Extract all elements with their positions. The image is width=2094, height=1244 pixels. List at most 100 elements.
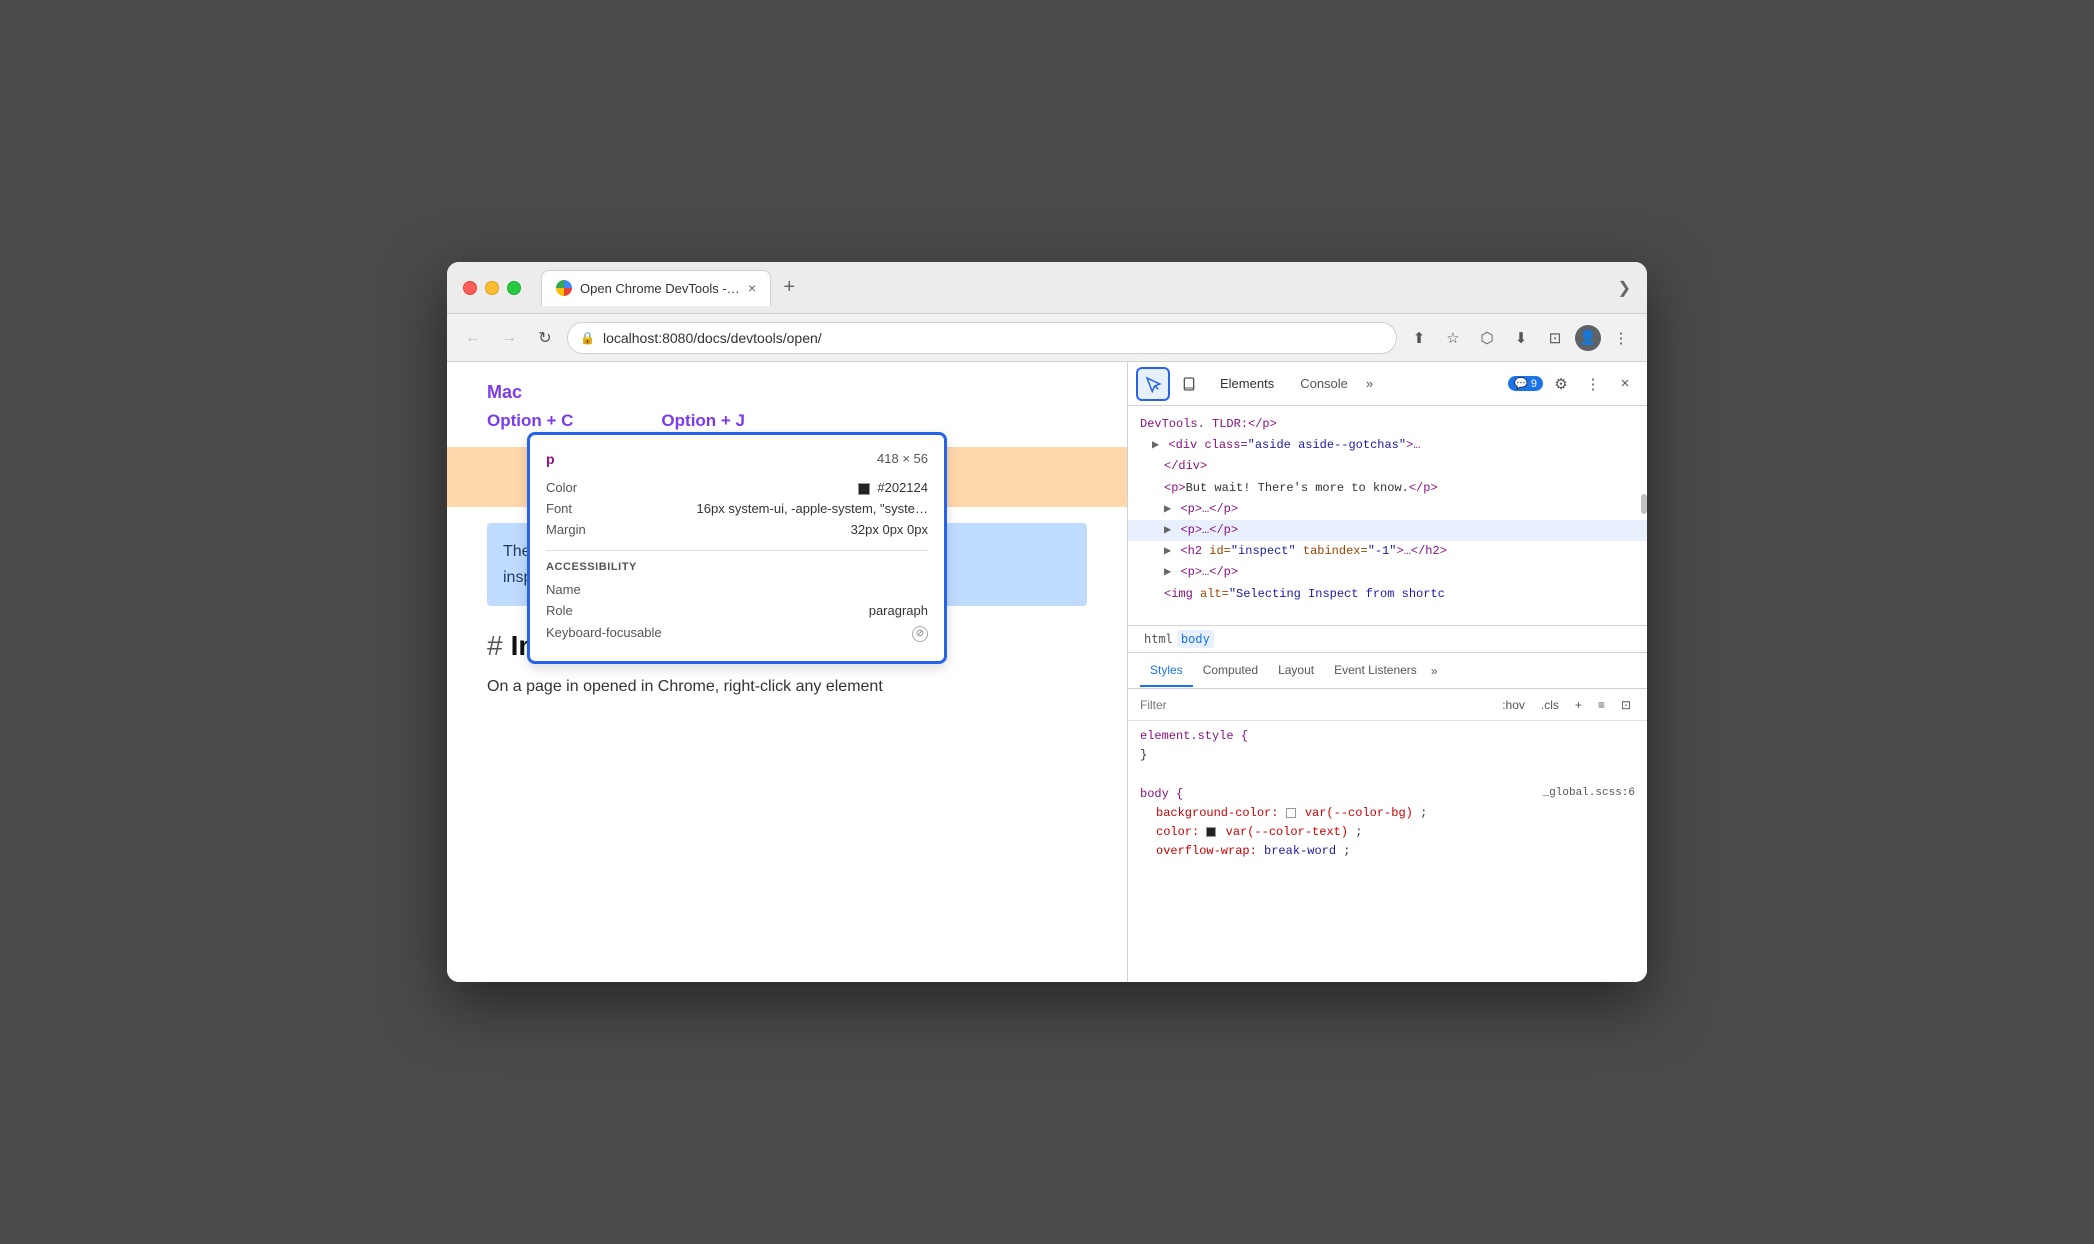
new-tab-button[interactable]: + <box>775 274 803 302</box>
main-area: Mac Option + C Option + J p 418 × 56 Col… <box>447 362 1647 982</box>
refresh-icon: ↻ <box>538 328 551 348</box>
expand-triangle-icon[interactable]: ▶ <box>1164 544 1171 558</box>
dom-tree: DevTools. TLDR:</p> ▶ <div class="aside … <box>1128 406 1647 626</box>
minimize-window-button[interactable] <box>485 281 499 295</box>
styles-tab-computed[interactable]: Computed <box>1193 655 1268 687</box>
dom-attr-name: tabindex= <box>1303 544 1368 558</box>
dom-tag: </p> <box>1409 481 1438 495</box>
splitview-button[interactable]: ⊡ <box>1541 324 1569 352</box>
devtools-close-button[interactable]: × <box>1611 370 1639 398</box>
device-toolbar-button[interactable] <box>1174 369 1204 399</box>
dom-tag: <div class= <box>1168 438 1247 452</box>
forward-button[interactable]: → <box>495 324 523 352</box>
styles-more-tabs[interactable]: » <box>1431 664 1438 678</box>
color-swatch-icon <box>858 483 870 495</box>
dom-line[interactable]: <p>But wait! There's more to know.</p> <box>1128 478 1647 499</box>
dom-tag: </div> <box>1164 459 1207 473</box>
dom-line[interactable]: ▶ <p>…</p> <box>1128 499 1647 520</box>
address-bar[interactable]: 🔒 localhost:8080/docs/devtools/open/ <box>567 322 1397 354</box>
devtools-settings-button[interactable]: ⚙ <box>1547 370 1575 398</box>
tooltip-role-label: Role <box>546 603 626 618</box>
css-bg-swatch <box>1286 806 1298 820</box>
styles-filter-input[interactable] <box>1140 698 1498 712</box>
dom-tag: <p>…</p> <box>1180 565 1238 579</box>
share-button[interactable]: ⬆ <box>1405 324 1433 352</box>
active-tab[interactable]: Open Chrome DevTools - Chro… × <box>541 270 771 306</box>
dom-line[interactable]: </div> <box>1128 456 1647 477</box>
dom-tag: DevTools. TLDR:</p> <box>1140 417 1277 431</box>
expand-triangle-icon[interactable]: ▶ <box>1152 438 1159 452</box>
dom-line-selected[interactable]: ▶ <p>…</p> <box>1128 520 1647 541</box>
css-overflow-wrap-value: break-word <box>1264 844 1336 858</box>
dom-line[interactable]: ▶ <p>…</p> <box>1128 562 1647 583</box>
tooltip-keyboard-row: Keyboard-focusable ⊘ <box>546 621 928 645</box>
devtools-more-options-button[interactable]: ⋮ <box>1579 370 1607 398</box>
shortcut-j-label: Option + J <box>661 411 745 431</box>
back-button[interactable]: ← <box>459 324 487 352</box>
css-selector: element.style { <box>1140 729 1248 743</box>
extension-button[interactable]: ⬡ <box>1473 324 1501 352</box>
tooltip-keyboard-focusable-icon: ⊘ <box>912 624 928 642</box>
filter-computed-button[interactable]: ⊡ <box>1617 696 1635 714</box>
styles-tab-event-listeners[interactable]: Event Listeners <box>1324 655 1427 687</box>
expand-triangle-icon[interactable]: ▶ <box>1164 523 1171 537</box>
filter-hov-button[interactable]: :hov <box>1498 696 1529 714</box>
bookmark-button[interactable]: ☆ <box>1439 324 1467 352</box>
filter-layers-button[interactable]: ≡ <box>1594 696 1609 714</box>
expand-triangle-icon[interactable]: ▶ <box>1164 565 1171 579</box>
css-body-selector: body { <box>1140 787 1183 801</box>
dom-tag: >… <box>1406 438 1420 452</box>
section-text: On a page in opened in Chrome, right-cli… <box>487 674 1087 700</box>
tooltip-element-tag: p <box>546 451 555 467</box>
tooltip-font-row: Font 16px system-ui, -apple-system, "sys… <box>546 498 928 519</box>
dom-line[interactable]: DevTools. TLDR:</p> <box>1128 414 1647 435</box>
expand-triangle-icon[interactable]: ▶ <box>1164 502 1171 516</box>
more-options-button[interactable]: ⋮ <box>1607 324 1635 352</box>
devtools-inspect-button[interactable] <box>1136 367 1170 401</box>
close-window-button[interactable] <box>463 281 477 295</box>
tooltip-divider <box>546 550 928 551</box>
css-element-style: element.style { } <box>1140 727 1635 765</box>
css-color-swatch <box>1206 825 1218 839</box>
breadcrumb-bar: html body <box>1128 626 1647 653</box>
shortcut-c-label: Option + C <box>487 411 573 431</box>
filter-cls-button[interactable]: .cls <box>1537 696 1563 714</box>
dom-line[interactable]: ▶ <div class="aside aside--gotchas">… <box>1128 435 1647 456</box>
breadcrumb-html[interactable]: html <box>1140 630 1177 648</box>
css-code-block: element.style { } body { _global.scss:6 … <box>1128 721 1647 867</box>
profile-avatar[interactable]: 👤 <box>1575 325 1601 351</box>
tooltip-font-label: Font <box>546 501 626 516</box>
refresh-button[interactable]: ↻ <box>531 324 559 352</box>
devtools-tab-console[interactable]: Console <box>1288 372 1360 395</box>
tooltip-margin-label: Margin <box>546 522 626 537</box>
tab-list-chevron-icon[interactable]: ❯ <box>1618 278 1631 298</box>
dom-tag: <img <box>1164 587 1200 601</box>
tooltip-keyboard-label: Keyboard-focusable <box>546 625 662 640</box>
styles-tab-styles[interactable]: Styles <box>1140 655 1193 687</box>
css-background-color-prop: background-color: <box>1156 806 1278 820</box>
shortcut-row: Option + C Option + J <box>487 411 1087 431</box>
download-button[interactable]: ⬇ <box>1507 324 1535 352</box>
tab-bar: Open Chrome DevTools - Chro… × + ❯ <box>541 270 1631 306</box>
devtools-tab-elements[interactable]: Elements <box>1208 372 1286 395</box>
tooltip-margin-row: Margin 32px 0px 0px <box>546 519 928 540</box>
dom-line[interactable]: ▶ <h2 id="inspect" tabindex="-1">…</h2> <box>1128 541 1647 562</box>
tooltip-role-value: paragraph <box>869 603 928 618</box>
filter-plus-button[interactable]: + <box>1571 696 1586 714</box>
dom-tag <box>1296 544 1303 558</box>
tooltip-color-row: Color #202124 <box>546 477 928 498</box>
traffic-lights <box>463 281 521 295</box>
tab-close-button[interactable]: × <box>748 280 756 296</box>
dom-attr-value: "inspect" <box>1231 544 1296 558</box>
breadcrumb-body[interactable]: body <box>1177 630 1214 648</box>
styles-tab-layout[interactable]: Layout <box>1268 655 1324 687</box>
dom-line[interactable]: <img alt="Selecting Inspect from shortc <box>1128 584 1647 605</box>
navigation-bar: ← → ↻ 🔒 localhost:8080/docs/devtools/ope… <box>447 314 1647 362</box>
devtools-chat-badge[interactable]: 💬 9 <box>1508 376 1543 391</box>
dom-attr-value: "aside aside--gotchas" <box>1248 438 1406 452</box>
maximize-window-button[interactable] <box>507 281 521 295</box>
devtools-more-tabs[interactable]: » <box>1362 372 1377 395</box>
dom-attr-value: "Selecting Inspect from shortc <box>1229 587 1445 601</box>
back-icon: ← <box>465 329 481 347</box>
close-devtools-icon: × <box>1621 375 1630 392</box>
